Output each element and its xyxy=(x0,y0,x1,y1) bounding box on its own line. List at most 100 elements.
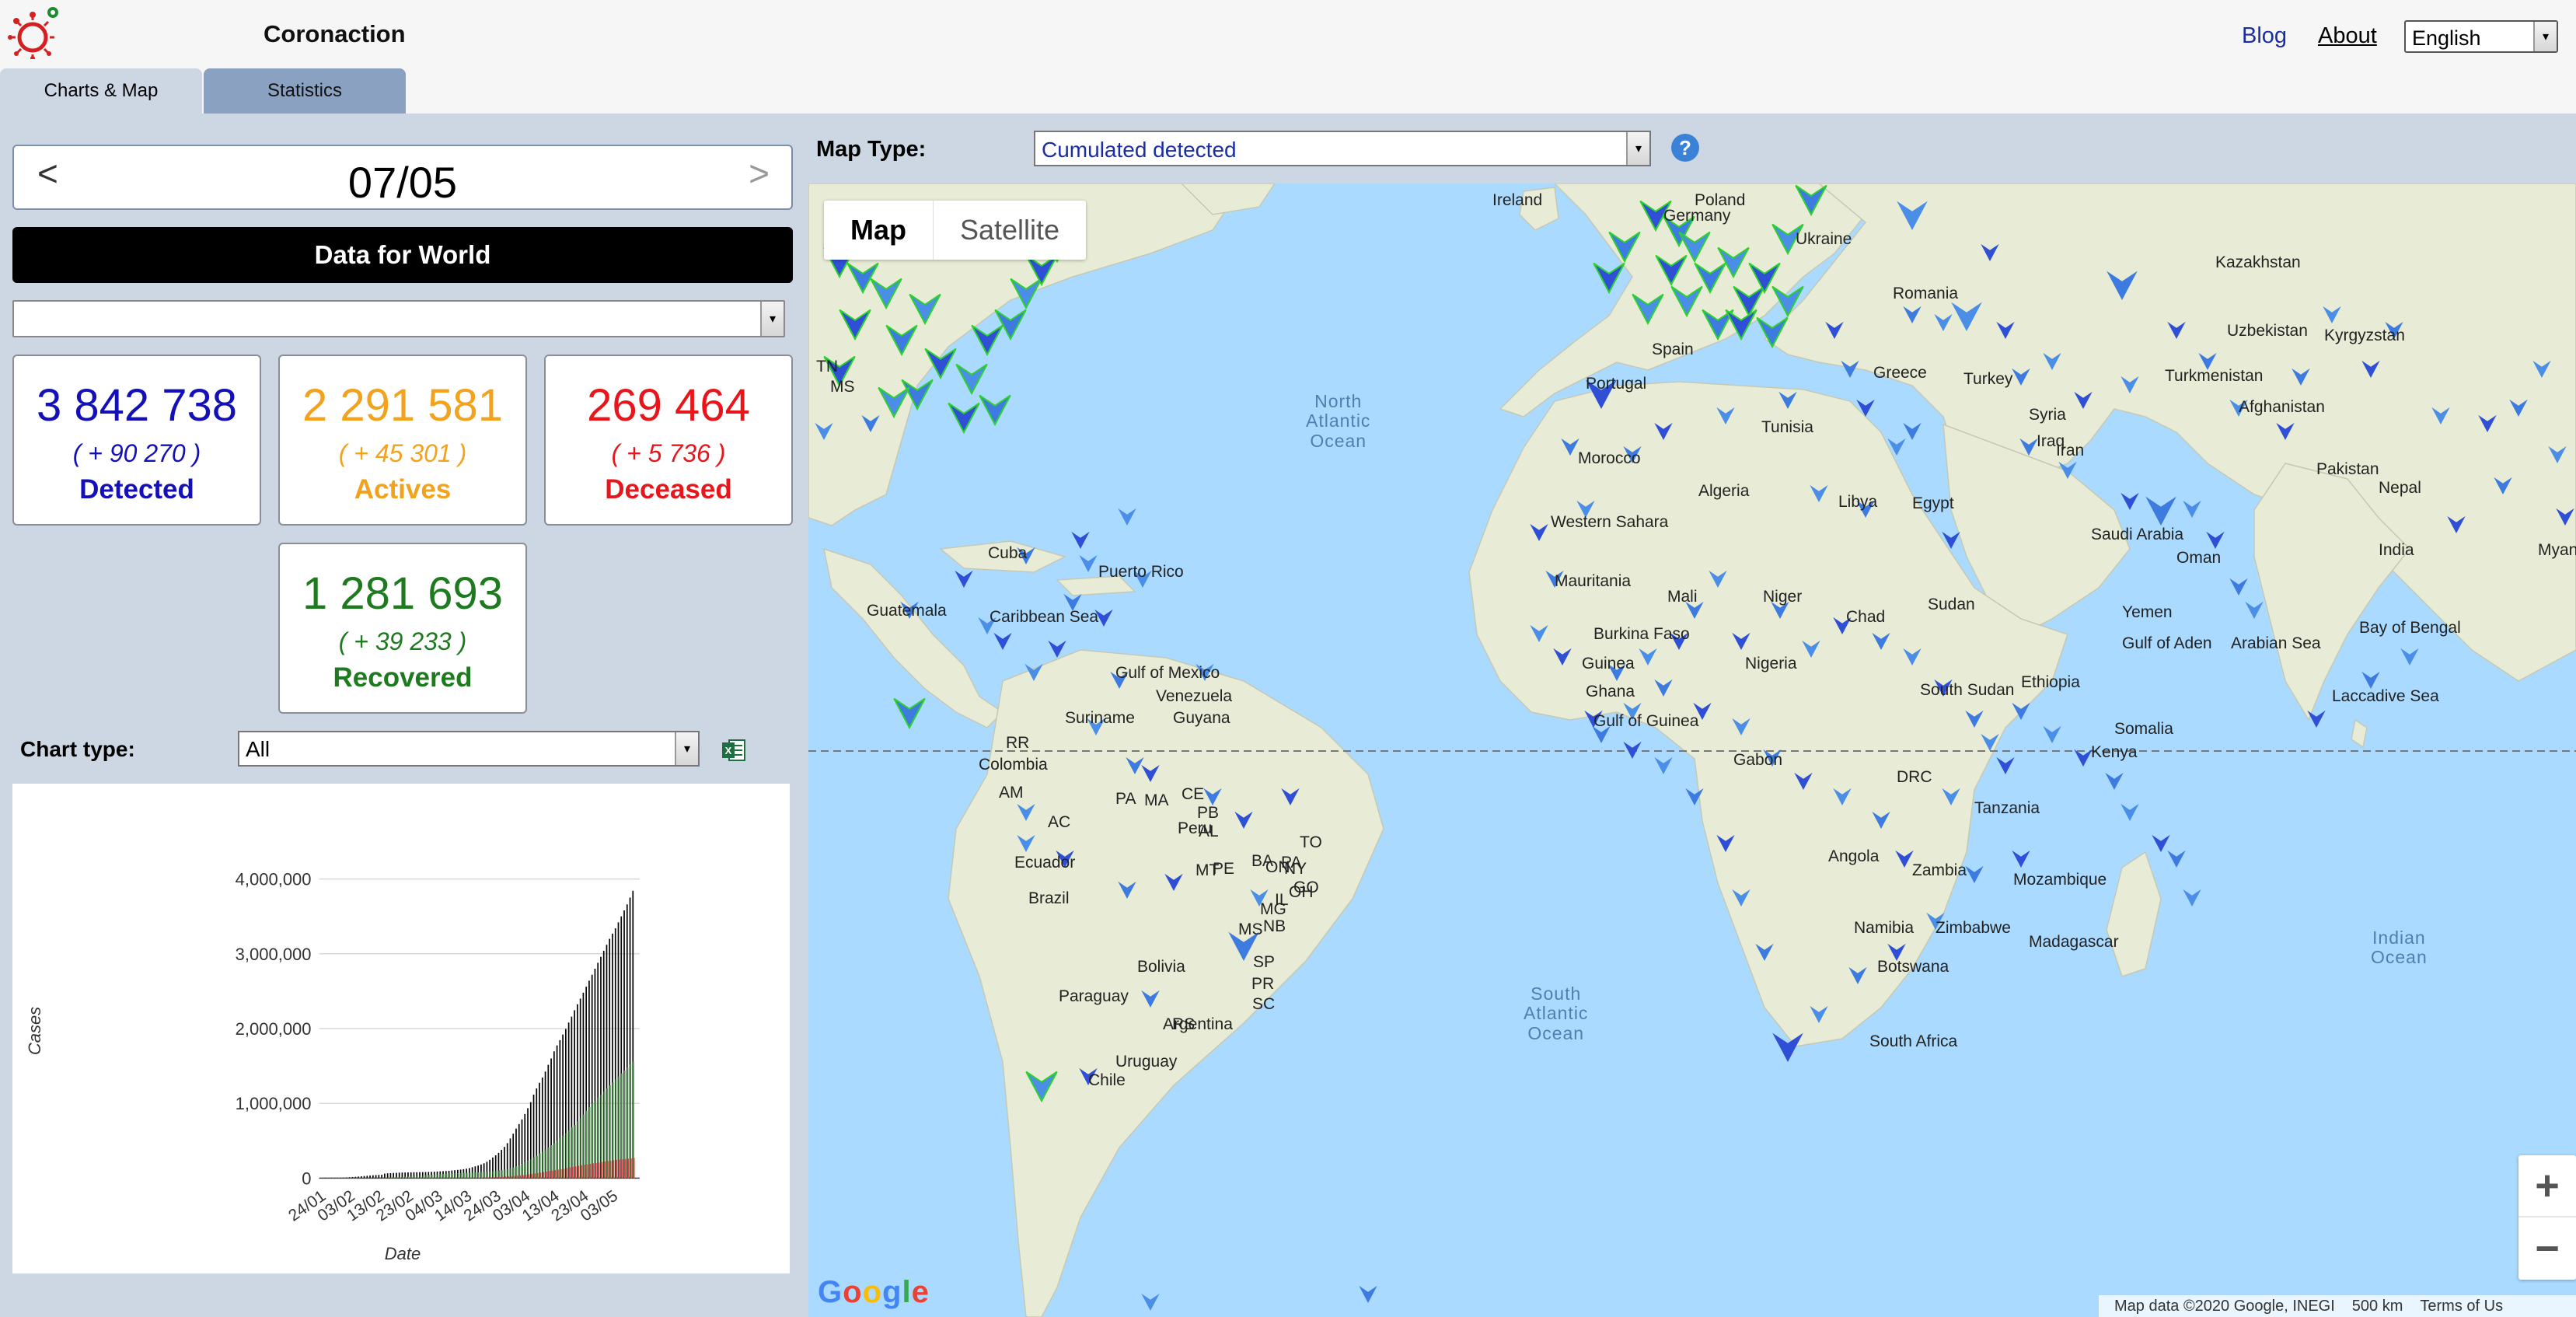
case-marker-icon[interactable] xyxy=(2120,492,2139,510)
map-place-label: TO xyxy=(1300,833,1322,851)
case-marker-icon[interactable] xyxy=(1071,531,1090,549)
map-place-label: CE xyxy=(1182,785,1205,803)
google-logo[interactable]: Google xyxy=(818,1275,930,1310)
case-marker-icon[interactable] xyxy=(994,309,1027,341)
chart-bar xyxy=(449,1173,451,1179)
chart-bar xyxy=(487,1177,489,1179)
chart-bar xyxy=(361,1177,364,1179)
map-place-label: Paraguay xyxy=(1059,987,1129,1005)
case-marker-icon[interactable] xyxy=(2152,834,2170,852)
tab-charts-map[interactable]: Charts & Map xyxy=(0,68,202,114)
map-place-label: Guyana xyxy=(1173,709,1230,727)
case-marker-icon[interactable] xyxy=(1118,508,1136,526)
chart-bar xyxy=(477,1172,480,1179)
map-type-select[interactable]: Cumulated detected ▾ xyxy=(1034,131,1651,166)
actives-value: 2 291 581 xyxy=(302,380,504,431)
case-marker-icon[interactable] xyxy=(2043,725,2061,743)
chart-bar xyxy=(379,1177,381,1179)
chart-bar xyxy=(396,1177,399,1179)
map-data-credit[interactable]: Map data ©2020 Google, INEGI xyxy=(2114,1298,2335,1315)
case-marker-icon[interactable] xyxy=(1654,756,1673,774)
case-marker-icon[interactable] xyxy=(1965,865,1984,883)
case-marker-icon[interactable] xyxy=(1996,756,2015,774)
chart-type-select[interactable]: All ▾ xyxy=(238,731,700,767)
map-place-label: Botswana xyxy=(1877,958,1949,976)
case-marker-icon[interactable] xyxy=(2145,496,2176,526)
chart-bar xyxy=(440,1174,442,1179)
case-marker-icon[interactable] xyxy=(2229,578,2248,596)
map-place-label: Mali xyxy=(1667,588,1698,606)
chart-bar xyxy=(455,1177,457,1179)
map-place-label: PR xyxy=(1251,975,1275,993)
case-marker-icon[interactable] xyxy=(1903,422,1922,440)
case-marker-icon[interactable] xyxy=(2167,850,2186,868)
chart-bar xyxy=(627,1158,629,1179)
x-axis-label: Date xyxy=(385,1244,421,1263)
case-marker-icon[interactable] xyxy=(993,632,1012,650)
language-select[interactable]: English ▾ xyxy=(2404,20,2558,53)
map-scale[interactable]: 500 km xyxy=(2352,1298,2403,1315)
map-place-label: Somalia xyxy=(2114,720,2173,738)
case-marker-icon[interactable] xyxy=(2105,772,2124,790)
case-marker-icon[interactable] xyxy=(1359,1285,1377,1303)
case-marker-icon[interactable] xyxy=(2074,749,2093,767)
map-place-label: Niger xyxy=(1763,588,1803,606)
map-place-label: MS xyxy=(1238,921,1263,938)
y-axis-label: Cases xyxy=(25,1007,44,1055)
world-map[interactable]: Map Satellite Ireland Poland Germany Ukrain… xyxy=(808,183,2576,1317)
map-place-label: Portugal xyxy=(1586,375,1647,393)
case-marker-icon[interactable] xyxy=(2183,889,2201,907)
case-marker-icon[interactable] xyxy=(1079,554,1098,572)
map-place-label: Angola xyxy=(1828,847,1880,865)
blog-link[interactable]: Blog xyxy=(2242,23,2287,49)
case-marker-icon[interactable] xyxy=(2012,850,2030,868)
virus-logo-icon[interactable] xyxy=(8,5,62,59)
case-marker-icon[interactable] xyxy=(2245,601,2264,619)
help-icon[interactable]: ? xyxy=(1671,134,1699,162)
terms-link[interactable]: Terms of Us xyxy=(2420,1298,2503,1315)
case-marker-icon[interactable] xyxy=(955,570,973,588)
map-view-button[interactable]: Map xyxy=(824,201,934,260)
case-marker-icon[interactable] xyxy=(2307,710,2326,728)
case-marker-icon[interactable] xyxy=(979,394,1011,427)
case-marker-icon[interactable] xyxy=(948,402,980,435)
case-marker-icon[interactable] xyxy=(1593,262,1625,295)
case-marker-icon[interactable] xyxy=(955,363,988,396)
case-marker-icon[interactable] xyxy=(2120,803,2139,821)
chart-bar xyxy=(372,1175,374,1179)
case-marker-icon[interactable] xyxy=(2206,531,2225,549)
case-marker-icon[interactable] xyxy=(1048,640,1066,658)
chart-bar xyxy=(402,1177,404,1179)
y-tick-label: 0 xyxy=(302,1169,311,1188)
map-place-label: RS xyxy=(1172,1015,1196,1033)
satellite-view-button[interactable]: Satellite xyxy=(934,201,1086,260)
map-place-label: Spain xyxy=(1652,341,1694,358)
map-place-label: Algeria xyxy=(1698,482,1750,500)
chart-bar xyxy=(475,1172,476,1179)
chart-bar xyxy=(428,1177,431,1179)
map-place-label: Ghana xyxy=(1586,683,1635,700)
map-place-label: Tanzania xyxy=(1974,799,2040,817)
case-marker-icon[interactable] xyxy=(1623,741,1642,759)
chart-bar xyxy=(528,1174,530,1179)
zoom-out-button[interactable]: − xyxy=(2518,1217,2576,1280)
next-date-button[interactable]: > xyxy=(749,152,770,194)
map-place-label: NB xyxy=(1263,917,1286,935)
chart-bar xyxy=(393,1177,396,1179)
zoom-in-button[interactable]: + xyxy=(2518,1155,2576,1217)
about-link[interactable]: About xyxy=(2318,23,2377,49)
map-place-label: Gulf of Mexico xyxy=(1115,664,1220,682)
case-marker-icon[interactable] xyxy=(2361,671,2380,689)
case-marker-icon[interactable] xyxy=(1141,1293,1160,1311)
case-marker-icon[interactable] xyxy=(2183,500,2201,518)
chart-bar xyxy=(376,1177,378,1179)
chart-bar xyxy=(598,1162,600,1179)
region-select[interactable]: ▾ xyxy=(12,300,785,337)
tab-statistics[interactable]: Statistics xyxy=(204,68,406,114)
excel-export-icon[interactable]: X xyxy=(721,739,746,762)
case-marker-icon[interactable] xyxy=(893,697,926,730)
map-place-label: Suriname xyxy=(1065,709,1135,727)
case-marker-icon[interactable] xyxy=(971,324,1004,357)
case-marker-icon[interactable] xyxy=(2400,648,2419,665)
detected-value: 3 842 738 xyxy=(36,380,238,431)
